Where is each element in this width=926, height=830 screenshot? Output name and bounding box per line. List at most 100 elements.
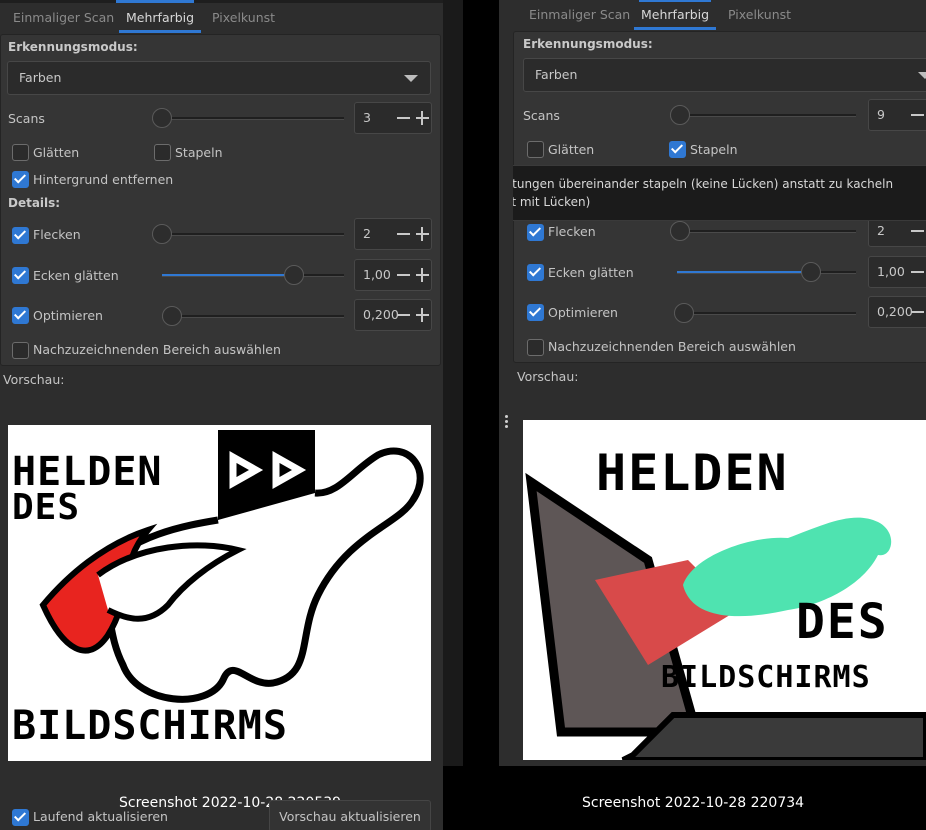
tab-multicolor[interactable]: Mehrfarbig [634, 2, 717, 30]
optimize-slider[interactable] [162, 306, 344, 326]
minus-icon[interactable] [397, 314, 410, 316]
tab-single-scan[interactable]: Einmaliger Scan [6, 5, 121, 31]
select-region-checkbox[interactable] [527, 339, 544, 356]
optimize-label: Optimieren [548, 305, 618, 320]
minus-icon[interactable] [911, 114, 924, 116]
smooth-corners-checkbox[interactable] [527, 264, 544, 281]
speckles-slider[interactable] [152, 224, 344, 244]
splitter-handle-area[interactable] [499, 0, 513, 766]
mode-tabs: Einmaliger Scan Mehrfarbig Pixelkunst [513, 2, 926, 30]
minus-icon[interactable] [397, 233, 410, 235]
right-trace-panel: Einmaliger Scan Mehrfarbig Pixelkunst Er… [513, 0, 926, 766]
smooth-corners-slider[interactable] [677, 262, 856, 282]
smooth-corners-slider[interactable] [162, 265, 344, 285]
detection-mode-value: Farben [19, 70, 62, 85]
optimize-label: Optimieren [33, 308, 103, 323]
speckles-checkbox[interactable] [527, 224, 544, 241]
optimize-checkbox[interactable] [12, 307, 29, 324]
speckles-checkbox[interactable] [12, 227, 29, 244]
optimize-value: 0,200 [877, 304, 913, 319]
speckles-slider[interactable] [670, 221, 856, 241]
details-label: Details: [8, 196, 61, 210]
speckles-spinbox[interactable]: 2 [354, 218, 432, 250]
smooth-corners-checkbox[interactable] [12, 267, 29, 284]
scans-label: Scans [8, 111, 45, 126]
smooth-label: Glätten [548, 142, 595, 157]
stack-label: Stapeln [175, 145, 223, 160]
slider-handle[interactable] [674, 303, 694, 323]
stack-checkbox[interactable] [154, 144, 171, 161]
slider-handle[interactable] [152, 224, 172, 244]
smooth-corners-label: Ecken glätten [548, 265, 634, 280]
update-preview-label: Vorschau aktualisieren [279, 809, 421, 824]
left-trace-panel: Einmaliger Scan Mehrfarbig Pixelkunst Er… [0, 0, 443, 830]
slider-handle[interactable] [284, 265, 304, 285]
smooth-corners-spinbox[interactable]: 1,00 [354, 259, 432, 291]
scans-spinbox[interactable]: 9 [868, 99, 926, 131]
smooth-corners-value: 1,00 [877, 264, 905, 279]
panel-splitter[interactable] [443, 0, 463, 766]
grip-icon[interactable] [505, 415, 508, 429]
smooth-checkbox[interactable] [12, 144, 29, 161]
detection-mode-value: Farben [535, 67, 578, 82]
smooth-corners-spinbox[interactable]: 1,00 [868, 256, 926, 288]
remove-background-label: Hintergrund entfernen [33, 172, 174, 187]
logo-text-line2: DES [796, 594, 889, 650]
scans-spinbox[interactable]: 3 [354, 102, 432, 134]
top-edge [0, 0, 443, 3]
preview-label: Vorschau: [3, 372, 65, 387]
scans-value: 3 [363, 110, 371, 125]
detection-mode-select[interactable]: Farben [523, 58, 926, 92]
slider-handle[interactable] [801, 262, 821, 282]
smooth-checkbox[interactable] [527, 141, 544, 158]
tab-single-scan[interactable]: Einmaliger Scan [522, 2, 637, 28]
select-region-label: Nachzuzeichnenden Bereich auswählen [33, 342, 281, 357]
scans-value: 9 [877, 107, 885, 122]
stack-checkbox[interactable] [669, 141, 686, 158]
preview-image-right: HELDEN DES BILDSCHIRMS [523, 420, 926, 760]
logo-text-line3: BILDSCHIRMS [12, 703, 288, 749]
smooth-corners-label: Ecken glätten [33, 268, 119, 283]
slider-handle[interactable] [162, 306, 182, 326]
top-accent [116, 0, 194, 3]
tab-multicolor[interactable]: Mehrfarbig [119, 5, 202, 33]
minus-icon[interactable] [911, 311, 924, 313]
logo-text-line2: DES [12, 487, 81, 528]
slider-track [152, 117, 344, 120]
speckles-value: 2 [877, 223, 885, 238]
optimize-slider[interactable] [674, 303, 856, 323]
optimize-spinbox[interactable]: 0,200 [354, 299, 432, 331]
smooth-corners-value: 1,00 [363, 267, 391, 282]
minus-icon[interactable] [911, 271, 924, 273]
tab-pixel-art[interactable]: Pixelkunst [205, 5, 282, 31]
scans-slider[interactable] [152, 108, 344, 128]
live-update-checkbox[interactable] [12, 809, 29, 826]
slider-handle[interactable] [670, 221, 690, 241]
tab-pixel-art[interactable]: Pixelkunst [721, 2, 798, 28]
optimize-spinbox[interactable]: 0,200 [868, 296, 926, 328]
slider-handle[interactable] [670, 105, 690, 125]
preview-image-left: HELDEN DES BILDSCHIRMS [8, 425, 431, 761]
optimize-checkbox[interactable] [527, 304, 544, 321]
live-update-label: Laufend aktualisieren [33, 809, 168, 824]
update-preview-button[interactable]: Vorschau aktualisieren [269, 800, 431, 830]
mode-tabs: Einmaliger Scan Mehrfarbig Pixelkunst [0, 5, 443, 33]
minus-icon[interactable] [397, 117, 410, 119]
minus-icon[interactable] [911, 230, 924, 232]
speckles-label: Flecken [548, 224, 596, 239]
remove-background-checkbox[interactable] [12, 171, 29, 188]
detection-mode-select[interactable]: Farben [7, 61, 431, 95]
stack-label: Stapeln [690, 142, 738, 157]
logo-text-line1: HELDEN [596, 444, 789, 502]
slider-handle[interactable] [152, 108, 172, 128]
scans-label: Scans [523, 108, 560, 123]
detection-mode-label: Erkennungsmodus: [523, 37, 653, 51]
chevron-down-icon [404, 75, 418, 82]
scans-slider[interactable] [670, 105, 856, 125]
minus-icon[interactable] [397, 274, 410, 276]
detection-mode-label: Erkennungsmodus: [8, 40, 138, 54]
select-region-checkbox[interactable] [12, 342, 29, 359]
logo-text-line3: BILDSCHIRMS [661, 660, 871, 695]
screenshot-caption-right: Screenshot 2022-10-28 220734 [582, 795, 805, 811]
stack-tooltip: Abtastungen übereinander stapeln (keine … [513, 165, 926, 221]
